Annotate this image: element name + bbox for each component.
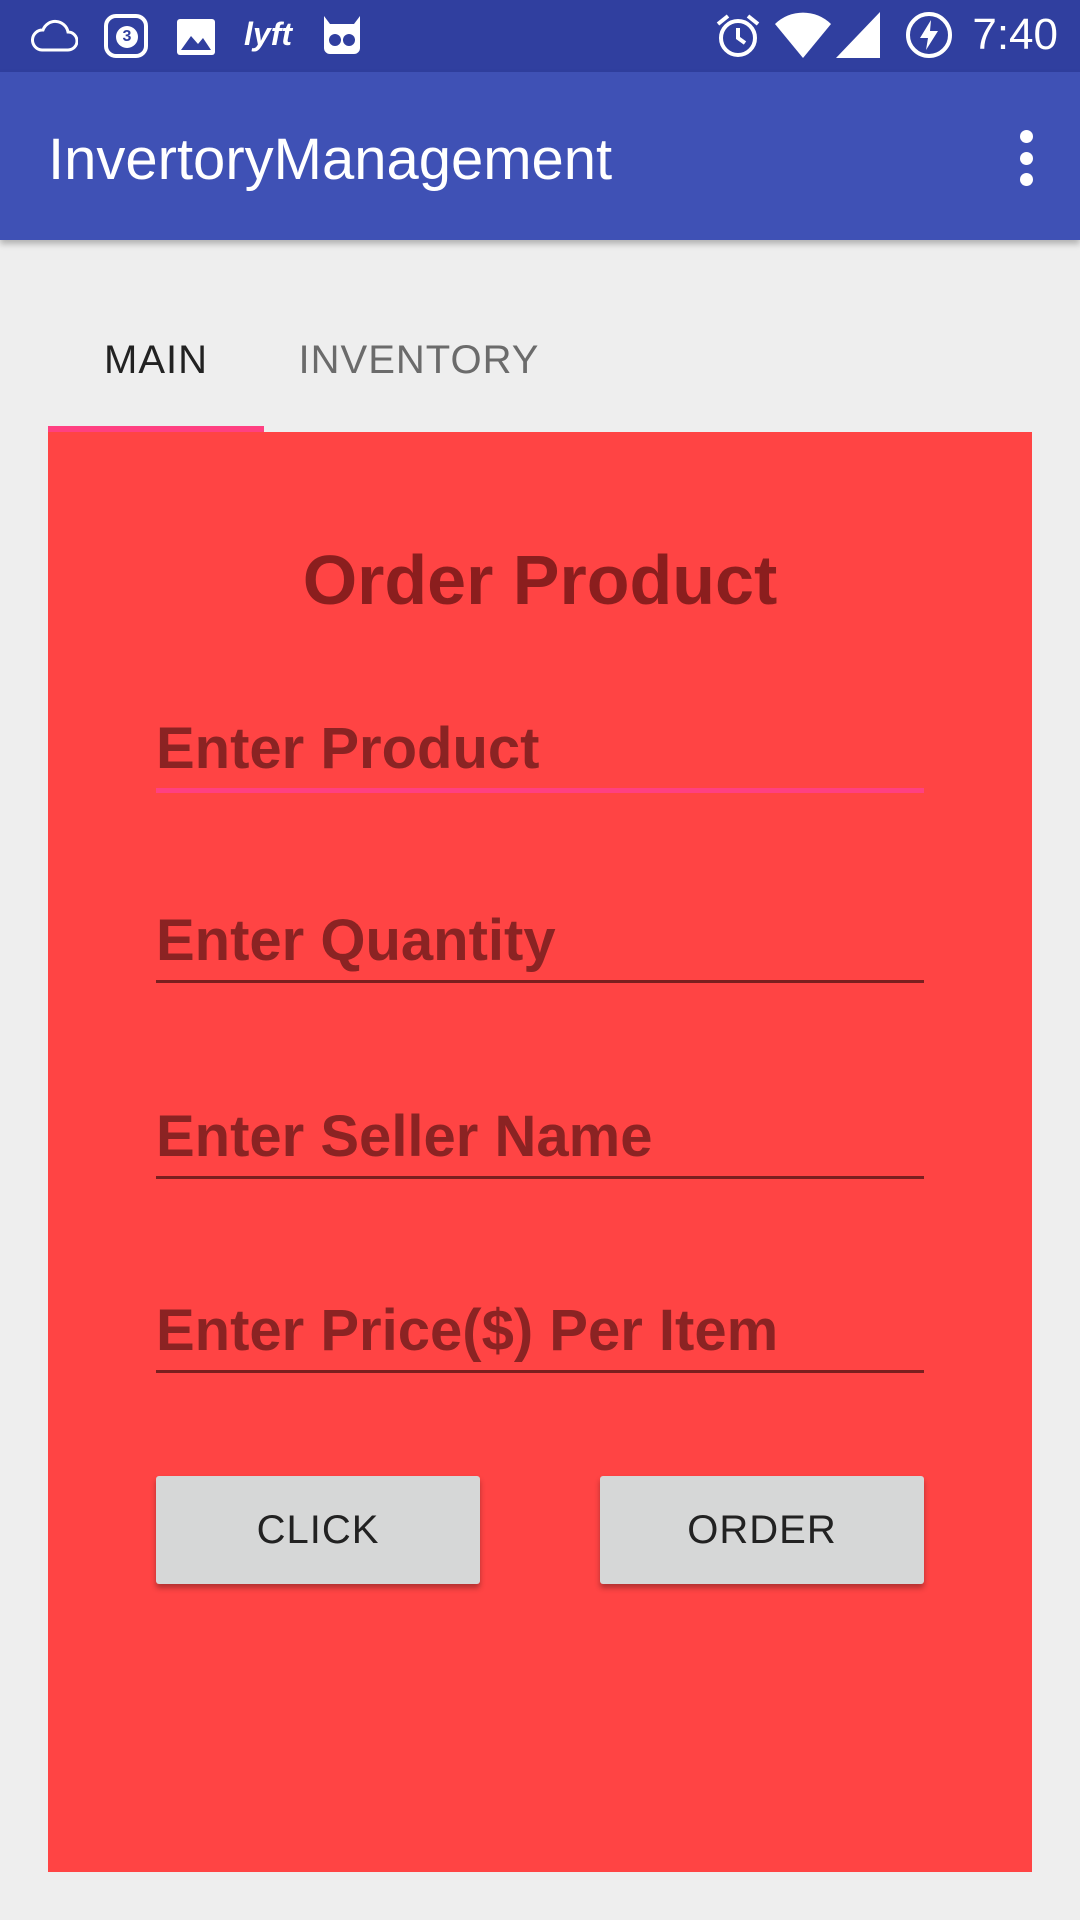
signal-icon: [836, 12, 880, 58]
battery-charging-icon: [906, 12, 952, 58]
tab-inventory[interactable]: INVENTORY: [264, 300, 574, 420]
dot: [1019, 173, 1033, 186]
cloud-icon: [31, 19, 78, 52]
instagram-notification-icon: 3: [104, 14, 148, 58]
app-bar: InvertoryManagement: [0, 72, 1080, 240]
more-vert-icon[interactable]: [1002, 126, 1050, 190]
price-per-item-input[interactable]: [156, 1290, 924, 1373]
order-button[interactable]: ORDER: [600, 1476, 924, 1584]
seller-name-input[interactable]: [156, 1096, 924, 1179]
clock-time: 7:40: [972, 10, 1058, 59]
page-title: Order Product: [302, 541, 778, 619]
order-product-panel: Order Product CLICK ORDER: [48, 432, 1032, 1872]
product-input[interactable]: [156, 708, 924, 793]
click-button[interactable]: CLICK: [156, 1476, 480, 1584]
wifi-icon: [775, 12, 831, 58]
quantity-input[interactable]: [156, 900, 924, 983]
dot: [1019, 151, 1033, 165]
alarm-icon: [716, 14, 760, 57]
app-title: InvertoryManagement: [48, 127, 613, 192]
tab-main[interactable]: MAIN: [48, 300, 264, 426]
lyft-icon: lyft: [244, 16, 292, 52]
image-icon: [177, 19, 215, 55]
notification-count-badge: 3: [116, 26, 138, 48]
cyanogen-icon: [324, 16, 360, 54]
dot: [1019, 130, 1033, 143]
status-bar: 3 lyft 7:40: [0, 0, 1080, 72]
